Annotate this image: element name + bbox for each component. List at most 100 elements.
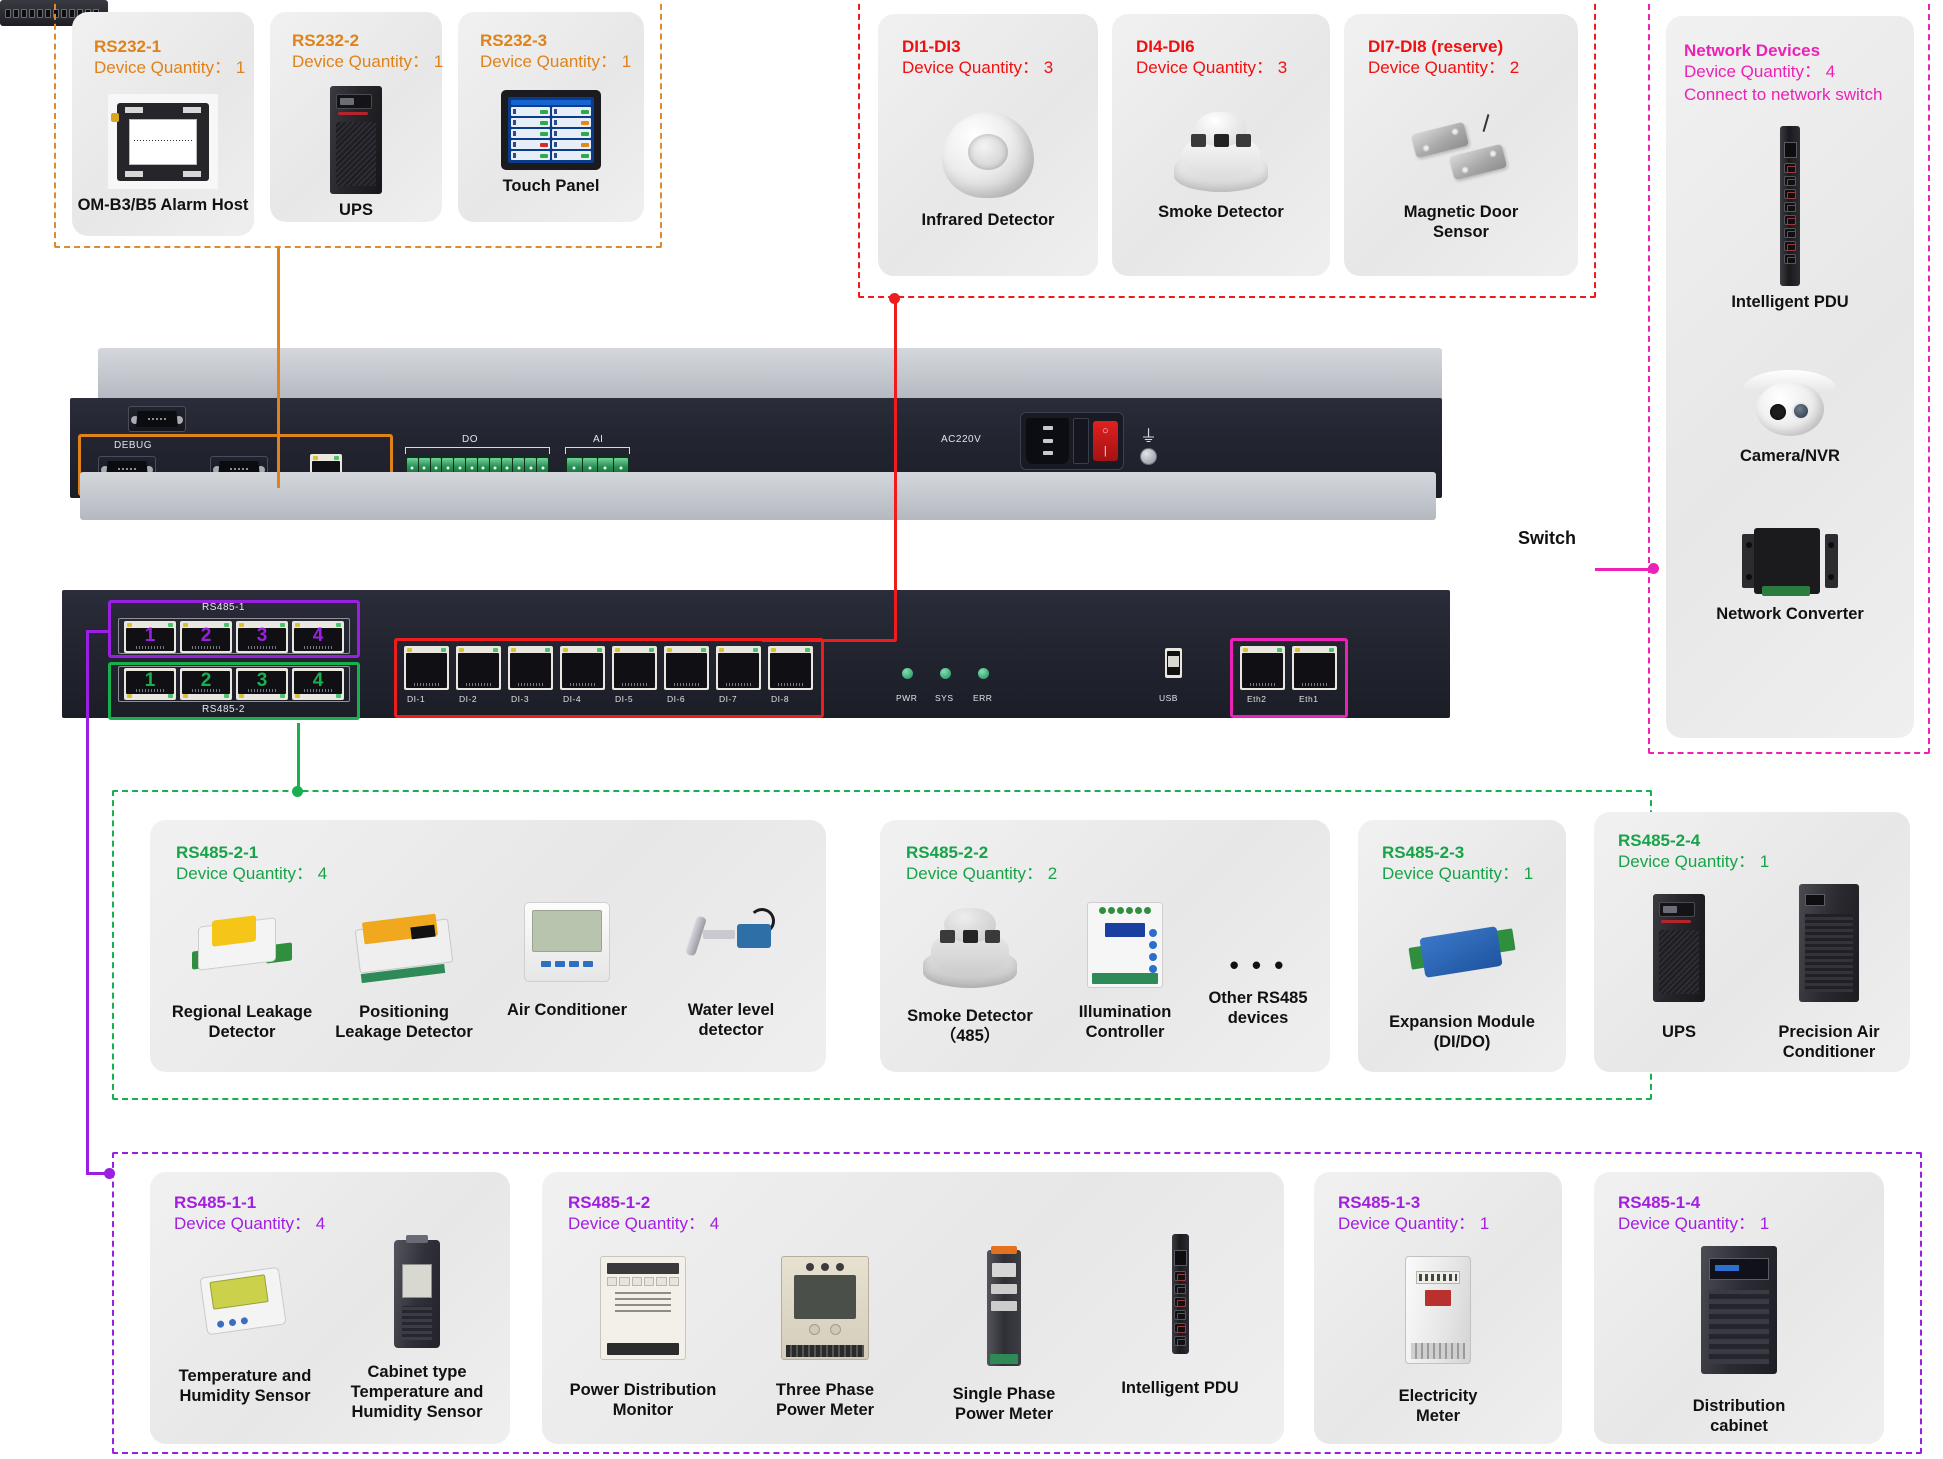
card-rs485-1-2[interactable]: RS485-1-2 Device Quantity： 4 Power Distr… [542,1172,1284,1444]
di-port-8[interactable] [768,646,813,690]
device-ups-2: UPS [1604,894,1754,1042]
device-distribution-cabinet: Distribution cabinet [1594,1246,1884,1436]
device-intelligent-pdu: Intelligent PDU [1666,126,1914,312]
device-illumination-controller: Illumination Controller [1046,902,1204,1042]
card-rs232-3[interactable]: RS232-3 Device Quantity： 1 Touch Panel [458,12,644,222]
device-label: Magnetic Door Sensor [1403,203,1519,242]
rs485-2-port-3[interactable]: 3 [236,668,288,700]
card-quantity: Device Quantity： 1 [292,52,444,72]
eth2-port[interactable] [1240,646,1285,690]
device-label: Distribution cabinet [1692,1397,1786,1436]
card-di4-di6[interactable]: DI4-DI6 Device Quantity： 3 Smoke Detecto… [1112,14,1330,276]
rs485-2-port-2[interactable]: 2 [180,668,232,700]
card-quantity: Device Quantity： 1 [94,58,246,78]
rs485-1-port-3[interactable]: 3 [236,621,288,653]
di-port-7[interactable] [716,646,761,690]
device-label: Intelligent PDU [1731,293,1849,311]
smoke-detector-icon [1171,108,1271,196]
device-label: Regional Leakage Detector [171,1003,313,1042]
ground-icon: ⏚ [1140,427,1157,446]
touch-panel-icon [501,90,601,170]
alarm-host-icon [108,94,218,189]
device-label: Smoke Detector （485） [907,1007,1033,1046]
device-smoke-detector: Smoke Detector [1112,108,1330,222]
front-chassis: RS485-1 1 2 3 4 RS485-2 1 2 3 4 DI-1 DI-… [62,470,1450,750]
connector-rs485-1-v [86,630,89,1174]
rs485-1-port-2[interactable]: 2 [180,621,232,653]
debug-port-top[interactable] [128,406,186,432]
di-port-6[interactable] [664,646,709,690]
di-port-8-label: DI-8 [771,694,790,704]
card-title: Network Devices [1684,41,1821,60]
ac220v-label: AC220V [941,434,982,445]
device-three-phase-power-meter: Three Phase Power Meter [734,1256,916,1420]
card-quantity: Device Quantity： 1 [480,52,632,72]
card-quantity: Device Quantity： 1 [1338,1214,1490,1234]
rs485-1-label: RS485-1 [202,602,245,613]
rs485-2-port-3-number: 3 [256,670,268,691]
rs485-2-port-1[interactable]: 1 [124,668,176,700]
positioning-leakage-detector-icon [353,906,455,984]
rs485-1-port-1[interactable]: 1 [124,621,176,653]
sys-label: SYS [935,693,954,703]
ellipsis-icon: • • • [1229,950,1287,980]
rs485-1-port-4[interactable]: 4 [292,621,344,653]
device-positioning-leakage-detector: Positioning Leakage Detector [322,906,486,1042]
device-power-distribution-monitor: Power Distribution Monitor [552,1256,734,1420]
debug-label: DEBUG [114,440,153,451]
temperature-humidity-sensor-icon [197,1262,293,1342]
ac-power-inlet[interactable]: ○ | [1020,412,1124,470]
rs485-2-port-4[interactable]: 4 [292,668,344,700]
di-port-5[interactable] [612,646,657,690]
di-port-1[interactable] [404,646,449,690]
card-rs485-1-3[interactable]: RS485-1-3 Device Quantity： 1 Electricity… [1314,1172,1562,1444]
card-rs485-2-1[interactable]: RS485-2-1 Device Quantity： 4 Regional Le… [150,820,826,1072]
magnetic-door-sensor-icon [1407,110,1515,196]
device-precision-air-conditioner: Precision Air Conditioner [1754,884,1904,1062]
di-port-3[interactable] [508,646,553,690]
card-rs232-1[interactable]: RS232-1 Device Quantity： 1 OM-B3/B5 Alar… [72,12,254,236]
card-rs485-2-2[interactable]: RS485-2-2 Device Quantity： 2 Smoke Detec… [880,820,1330,1072]
device-label: Touch Panel [502,177,600,195]
infrared-detector-icon [934,106,1042,204]
connector-rs485-2 [297,723,300,791]
rs485-1-port-4-number: 4 [312,625,324,646]
card-quantity: Device Quantity： 1 [1618,852,1770,872]
device-label: Positioning Leakage Detector [335,1003,473,1042]
device-electricity-meter: Electricity Meter [1314,1256,1562,1426]
power-switch[interactable]: ○ | [1092,421,1118,461]
card-quantity: Device Quantity： 4 [176,864,328,884]
eth1-port[interactable] [1292,646,1337,690]
card-rs485-2-4[interactable]: RS485-2-4 Device Quantity： 1 UPS Precisi… [1594,812,1910,1072]
card-rs485-1-4[interactable]: RS485-1-4 Device Quantity： 1 Distributio… [1594,1172,1884,1444]
connector-di-horizontal [762,639,896,642]
device-label: UPS [1662,1023,1696,1041]
device-label: Other RS485 devices [1208,988,1308,1027]
device-temperature-humidity-sensor: Temperature and Humidity Sensor [160,1262,330,1406]
device-label: Precision Air Conditioner [1778,1023,1880,1062]
device-label: Camera/NVR [1740,447,1840,465]
usb-port[interactable] [1165,648,1182,678]
card-di7-di8[interactable]: DI7-DI8 (reserve) Device Quantity： 2 Mag… [1344,14,1578,276]
card-note: Connect to network switch [1684,85,1883,105]
card-rs232-2[interactable]: RS232-2 Device Quantity： 1 UPS [270,12,444,222]
single-phase-power-meter-icon [987,1246,1021,1366]
connector-rs485-1-h1 [86,630,110,633]
cabinet-temperature-humidity-sensor-icon [394,1235,440,1348]
ups-icon [330,86,382,194]
card-di1-di3[interactable]: DI1-DI3 Device Quantity： 3 Infrared Dete… [878,14,1098,276]
card-network-devices[interactable]: Network Devices Device Quantity： 4 Conne… [1666,16,1914,738]
card-quantity: Device Quantity： 1 [1618,1214,1770,1234]
device-label: Single Phase Power Meter [952,1385,1056,1424]
card-rs485-2-3[interactable]: RS485-2-3 Device Quantity： 1 Expansion M… [1358,820,1566,1072]
di-port-2[interactable] [456,646,501,690]
pdu-icon [1780,126,1800,286]
do-bracket [405,447,550,454]
card-rs485-1-1[interactable]: RS485-1-1 Device Quantity： 4 Temperature… [150,1172,510,1444]
device-ups: UPS [270,86,442,220]
rs485-1-port-2-number: 2 [200,625,212,646]
device-label: Infrared Detector [921,211,1055,229]
card-title: RS485-2-4 [1618,831,1701,850]
illumination-controller-icon [1087,902,1163,988]
di-port-4[interactable] [560,646,605,690]
